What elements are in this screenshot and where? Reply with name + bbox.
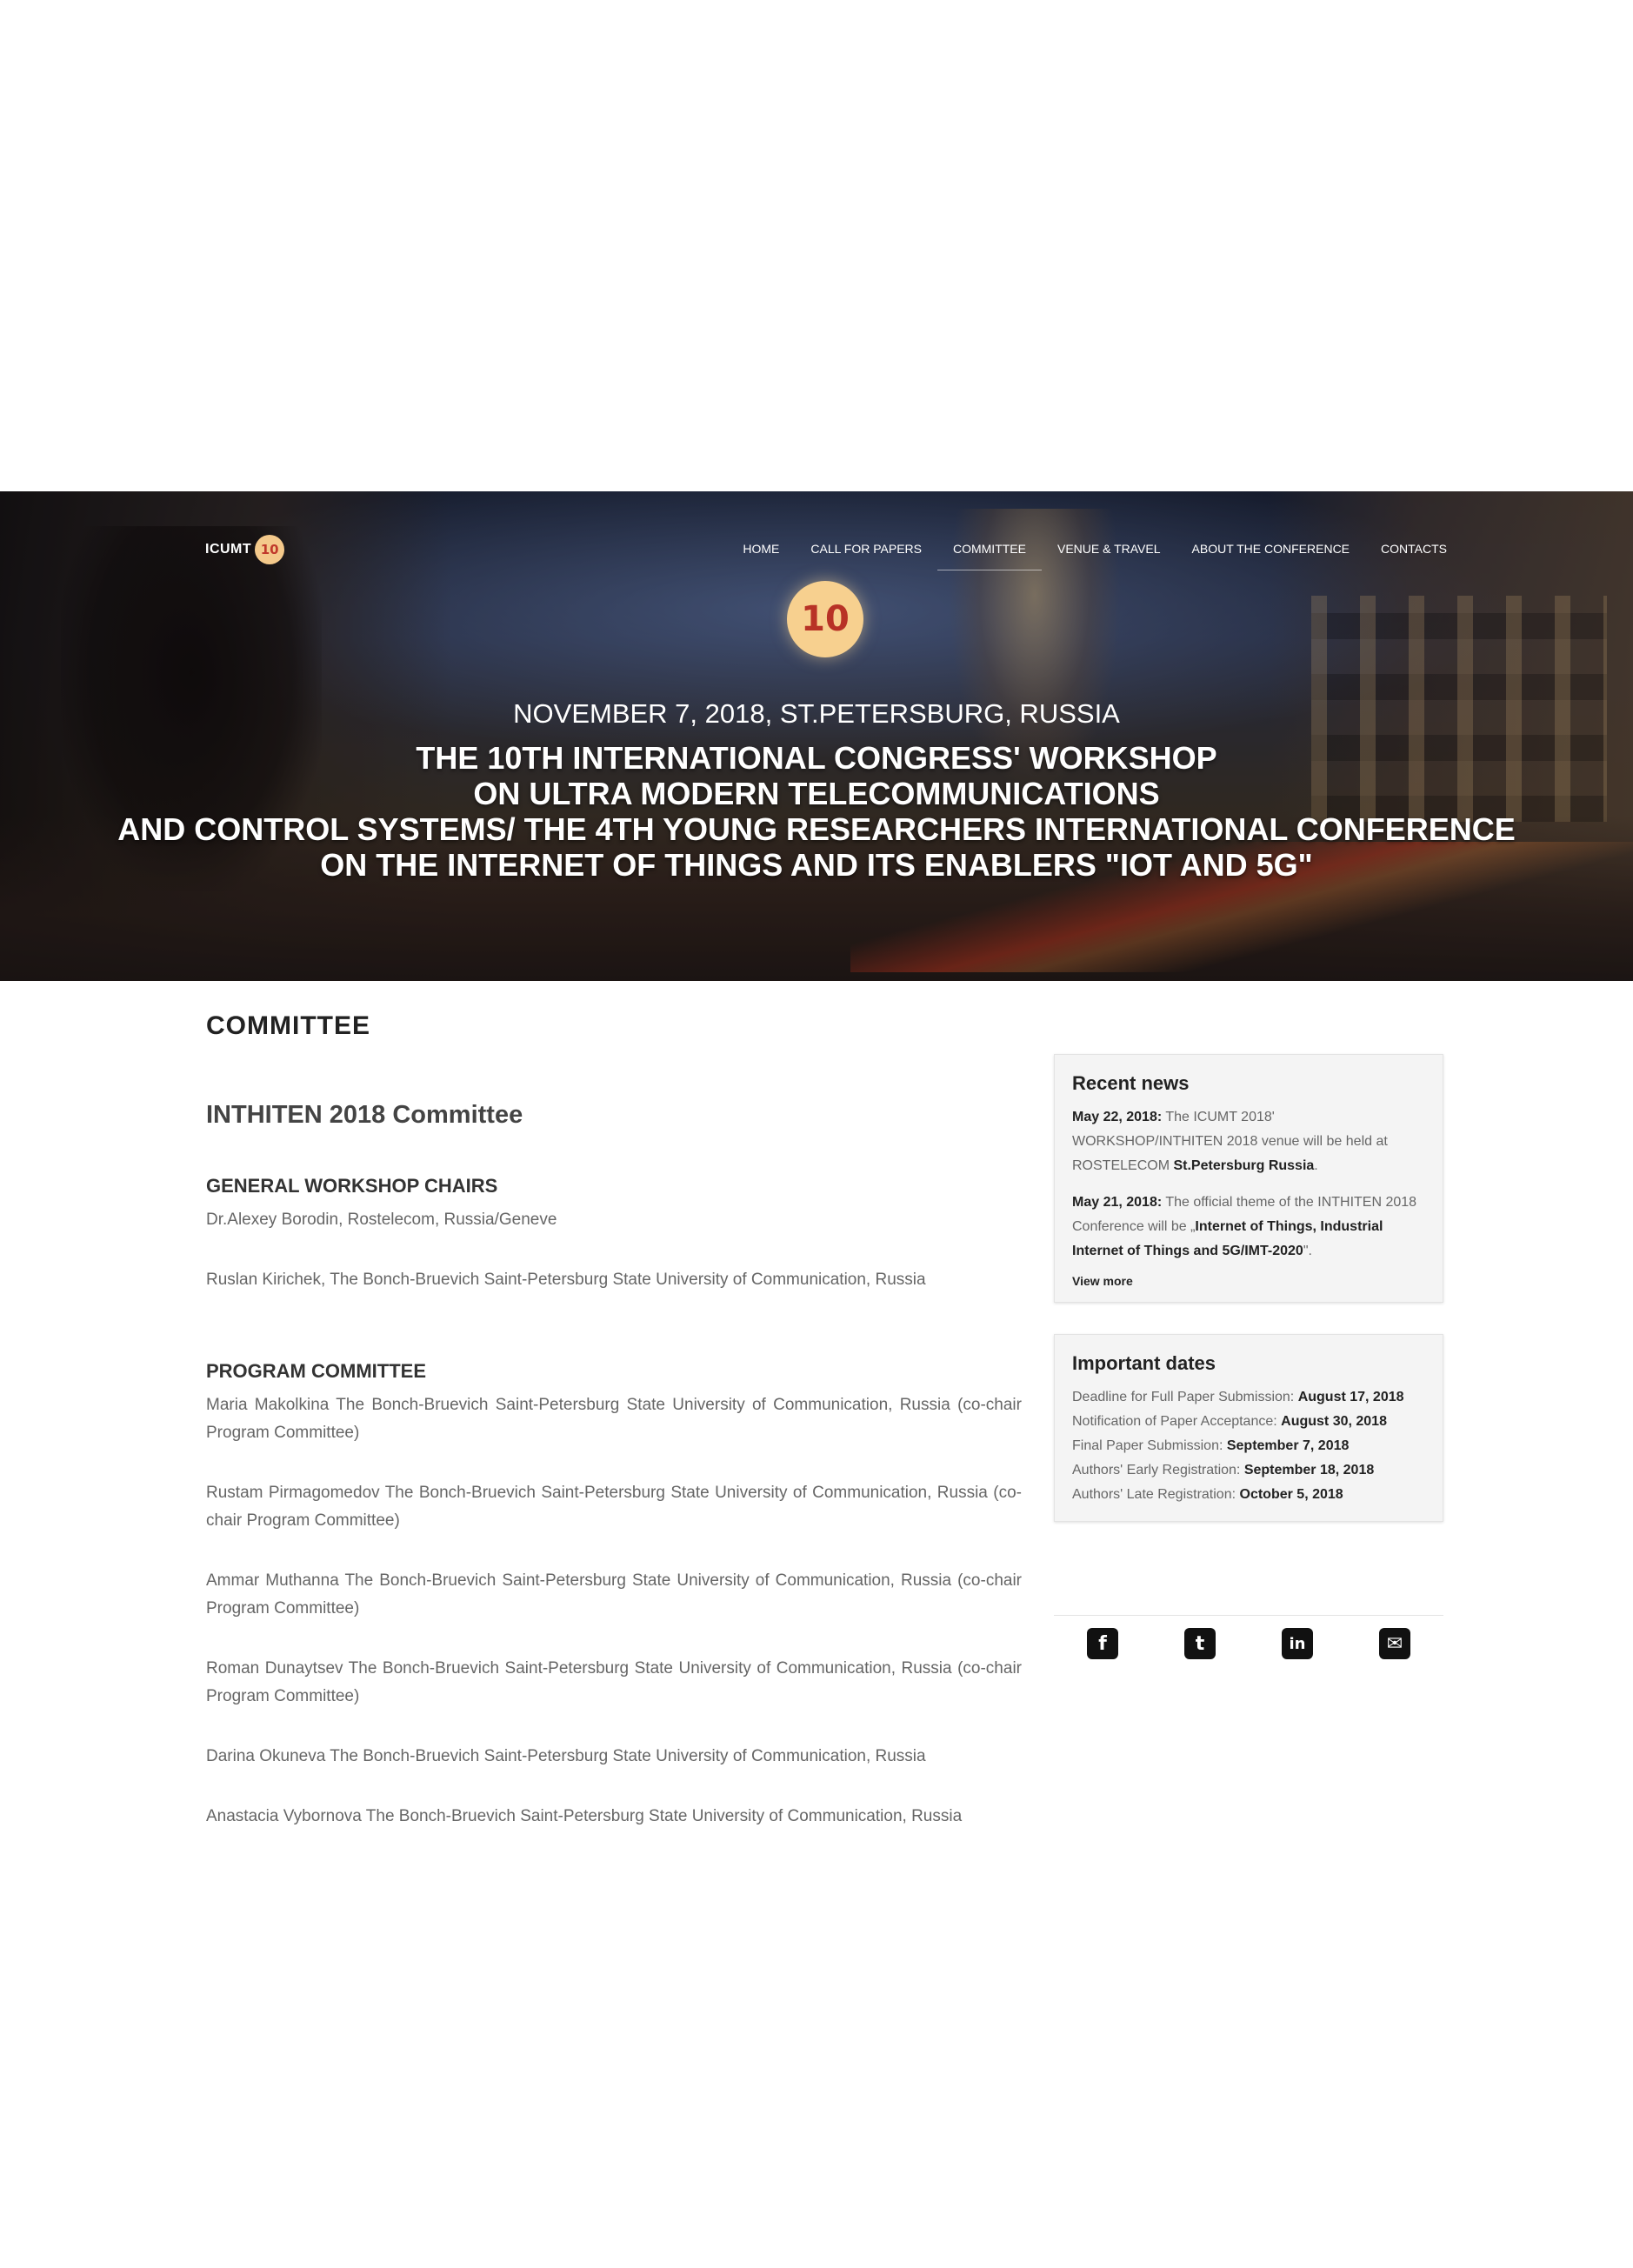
hero-title-line: THE 10TH INTERNATIONAL CONGRESS' WORKSHO… <box>416 740 1217 776</box>
committee-title: INTHITEN 2018 Committee <box>206 1101 523 1129</box>
news-tail: . <box>1314 1158 1318 1173</box>
site-logo[interactable]: ICUMT 10 <box>205 535 285 564</box>
member-item: Darina Okuneva The Bonch-Bruevich Saint-… <box>206 1747 926 1765</box>
hero-anniversary-badge-icon: 10 <box>787 581 863 657</box>
date-label: Notification of Paper Acceptance: <box>1072 1414 1282 1429</box>
nav-home[interactable]: HOME <box>727 542 795 556</box>
date-row: Authors' Early Registration: September 1… <box>1072 1458 1425 1483</box>
date-value: September 7, 2018 <box>1226 1438 1350 1453</box>
recent-news-title: Recent news <box>1072 1072 1190 1094</box>
hero-date: NOVEMBER 7, 2018, ST.PETERSBURG, RUSSIA <box>513 698 1120 729</box>
facebook-icon[interactable]: f <box>1087 1628 1118 1659</box>
date-value: August 17, 2018 <box>1297 1390 1404 1404</box>
news-item: May 21, 2018: The official theme of the … <box>1072 1191 1425 1264</box>
date-row: Authors' Late Registration: October 5, 2… <box>1072 1483 1425 1507</box>
date-value: August 30, 2018 <box>1281 1414 1387 1429</box>
date-row: Deadline for Full Paper Submission: Augu… <box>1072 1385 1425 1410</box>
member-item: Maria Makolkina The Bonch-Bruevich Saint… <box>206 1396 1022 1442</box>
section-title-general-chairs: GENERAL WORKSHOP CHAIRS <box>206 1175 498 1197</box>
member-item: Dr.Alexey Borodin, Rostelecom, Russia/Ge… <box>206 1211 557 1229</box>
linkedin-icon[interactable]: in <box>1282 1628 1313 1659</box>
date-label: Deadline for Full Paper Submission: <box>1072 1390 1298 1404</box>
date-value: September 18, 2018 <box>1243 1463 1375 1478</box>
date-row: Final Paper Submission: September 7, 201… <box>1072 1434 1425 1458</box>
recent-news-widget: Recent news May 22, 2018: The ICUMT 2018… <box>1054 1054 1443 1303</box>
twitter-icon[interactable]: t <box>1184 1628 1216 1659</box>
date-row: Notification of Paper Acceptance: August… <box>1072 1410 1425 1434</box>
news-date: May 22, 2018: <box>1072 1110 1163 1124</box>
member-item: Roman Dunaytsev The Bonch-Bruevich Saint… <box>206 1659 1022 1705</box>
social-links: f t in ✉ <box>1054 1615 1443 1659</box>
section-title-program-committee: PROGRAM COMMITTEE <box>206 1360 426 1382</box>
hero-title: THE 10TH INTERNATIONAL CONGRESS' WORKSHO… <box>0 740 1633 883</box>
view-more-link[interactable]: View more <box>1072 1274 1425 1288</box>
member-item: Ammar Muthanna The Bonch-Bruevich Saint-… <box>206 1571 1022 1618</box>
hero-overlay <box>0 491 1633 981</box>
main-nav: HOME CALL FOR PAPERS COMMITTEE VENUE & T… <box>727 542 1463 570</box>
logo-text: ICUMT <box>205 542 252 557</box>
member-item: Anastacia Vybornova The Bonch-Bruevich S… <box>206 1807 963 1825</box>
nav-call-for-papers[interactable]: CALL FOR PAPERS <box>795 542 937 556</box>
news-highlight: St.Petersburg Russia <box>1173 1158 1315 1173</box>
member-item: Rustam Pirmagomedov The Bonch-Bruevich S… <box>206 1484 1022 1530</box>
date-label: Authors' Early Registration: <box>1072 1463 1244 1478</box>
news-item: May 22, 2018: The ICUMT 2018' WORKSHOP/I… <box>1072 1105 1425 1178</box>
hero-banner: ICUMT 10 HOME CALL FOR PAPERS COMMITTEE … <box>0 491 1633 981</box>
hero-title-line: ON THE INTERNET OF THINGS AND ITS ENABLE… <box>320 847 1313 883</box>
news-tail: ". <box>1303 1244 1312 1258</box>
email-icon[interactable]: ✉ <box>1379 1628 1410 1659</box>
logo-badge-icon: 10 <box>255 535 285 564</box>
member-item: Ruslan Kirichek, The Bonch-Bruevich Sain… <box>206 1271 926 1289</box>
important-dates-widget: Important dates Deadline for Full Paper … <box>1054 1334 1443 1522</box>
date-label: Authors' Late Registration: <box>1072 1487 1240 1502</box>
important-dates-title: Important dates <box>1072 1352 1216 1374</box>
news-date: May 21, 2018: <box>1072 1195 1163 1210</box>
nav-about-conference[interactable]: ABOUT THE CONFERENCE <box>1176 542 1366 556</box>
nav-committee[interactable]: COMMITTEE <box>936 542 1042 570</box>
hero-title-line: ON ULTRA MODERN TELECOMMUNICATIONS <box>473 776 1160 811</box>
main-content: INTHITEN 2018 Committee GENERAL WORKSHOP… <box>206 1100 1022 1863</box>
date-label: Final Paper Submission: <box>1072 1438 1227 1453</box>
hero-title-line: AND CONTROL SYSTEMS/ THE 4TH YOUNG RESEA… <box>117 811 1516 847</box>
date-value: October 5, 2018 <box>1239 1487 1343 1502</box>
nav-venue-travel[interactable]: VENUE & TRAVEL <box>1042 542 1176 556</box>
page-title: COMMITTEE <box>206 1011 370 1040</box>
nav-contacts[interactable]: CONTACTS <box>1365 542 1463 556</box>
